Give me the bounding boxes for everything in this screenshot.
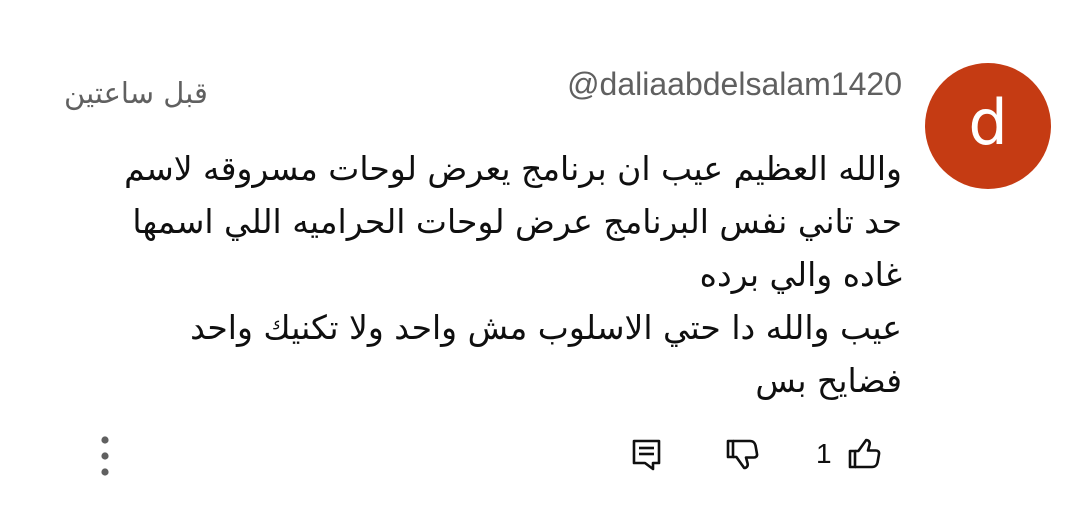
comment-text-line: والله العظيم عيب ان برنامج يعرض لوحات مس… [124, 149, 902, 188]
comment-card: d @daliaabdelsalam1420 قبل ساعتين والله … [0, 0, 1080, 506]
thumbs-up-icon [845, 435, 883, 473]
dislike-button[interactable] [722, 434, 762, 474]
more-vertical-icon [99, 434, 111, 478]
comment-author[interactable]: @daliaabdelsalam1420 [567, 66, 902, 102]
comment-text-line: فضايح بس [755, 361, 902, 400]
comment-text: والله العظيم عيب ان برنامج يعرض لوحات مس… [82, 142, 902, 407]
avatar-letter: d [968, 86, 1008, 159]
like-button[interactable] [844, 434, 884, 474]
comment-text-line: عيب والله دا حتي الاسلوب مش واحد ولا تكن… [190, 308, 902, 347]
reply-comment-icon [628, 435, 666, 473]
comment-time: قبل ساعتين [64, 76, 208, 110]
reply-button[interactable] [627, 434, 667, 474]
more-options-button[interactable] [88, 430, 122, 482]
comment-text-line: حد تاني نفس البرنامج عرض لوحات الحراميه … [132, 202, 902, 241]
comment-text-line: غاده والي برده [699, 255, 902, 294]
comment-actions: 1 [0, 420, 1080, 490]
thumbs-down-icon [723, 435, 761, 473]
avatar[interactable]: d [925, 63, 1051, 189]
like-count: 1 [816, 438, 832, 469]
